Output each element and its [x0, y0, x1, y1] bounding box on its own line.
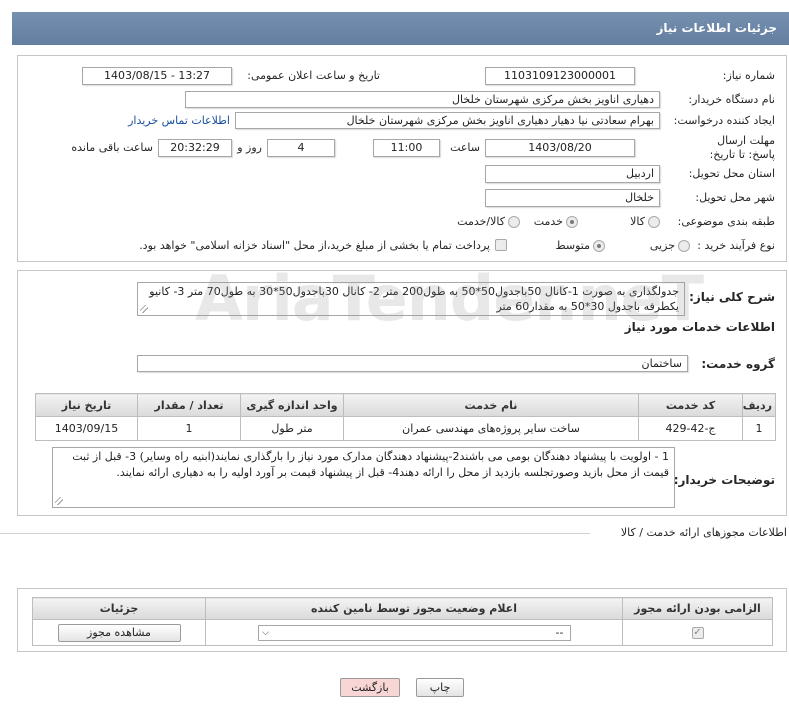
buyer-notes-text: 1 - اولویت با پیشنهاد دهندگان بومی می با… — [72, 450, 669, 479]
licenses-section-title: اطلاعات مجوزهای ارائه خدمت / کالا — [620, 526, 787, 539]
table-header-row: ردیف کد خدمت نام خدمت واحد اندازه گیری ت… — [35, 393, 776, 417]
buyer-notes-textarea[interactable]: 1 - اولویت با پیشنهاد دهندگان بومی می با… — [52, 447, 675, 508]
process-medium-label: متوسط — [555, 239, 590, 252]
process-minor-label: جزیی — [649, 239, 675, 252]
province-label: استان محل تحویل: — [688, 167, 775, 180]
buyer-contact-link[interactable]: اطلاعات تماس خریدار — [128, 114, 230, 128]
announce-datetime-field: 1403/08/15 - 13:27 — [82, 67, 232, 85]
section-divider — [0, 533, 590, 534]
description-text: جدولگذاری به صورت 1-کانال 50باجدول50*50 … — [149, 285, 679, 313]
remaining-days-label: روز و — [237, 141, 262, 154]
resize-grip-icon[interactable] — [140, 305, 148, 313]
deadline-time-field: 11:00 — [373, 139, 440, 157]
col-service-name: نام خدمت — [343, 393, 639, 417]
deadline-label: مهلت ارسال پاسخ: تا تاریخ: — [709, 134, 775, 161]
back-button[interactable]: بازگشت — [340, 678, 400, 697]
col-quantity: تعداد / مقدار — [137, 393, 241, 417]
resize-grip-icon[interactable] — [55, 497, 63, 505]
service-group-label: گروه خدمت: — [701, 357, 775, 371]
cell-service-code: ج-42-429 — [638, 416, 743, 441]
province-field: اردبیل — [485, 165, 660, 183]
cell-unit: متر طول — [240, 416, 344, 441]
services-table: ردیف کد خدمت نام خدمت واحد اندازه گیری ت… — [35, 393, 776, 441]
license-status-select[interactable]: -- ⌵ — [257, 624, 571, 641]
category-label: طبقه بندی موضوعی: — [677, 215, 775, 228]
cell-license-status: -- ⌵ — [205, 619, 623, 646]
process-type-label: نوع فرآیند خرید : — [697, 239, 775, 252]
treasury-checkbox — [495, 239, 507, 251]
announce-datetime-label: تاریخ و ساعت اعلان عمومی: — [247, 69, 380, 82]
remaining-days-field: 4 — [267, 139, 335, 157]
col-service-code: کد خدمت — [638, 393, 743, 417]
col-row-number: ردیف — [742, 393, 776, 417]
deadline-date-field: 1403/08/20 — [485, 139, 635, 157]
table-row: -- ⌵ مشاهده مجوز — [32, 619, 773, 646]
need-number-field: 1103109123000001 — [485, 67, 635, 85]
category-goods-radio — [648, 216, 660, 228]
chevron-down-icon[interactable]: ⌵ — [260, 627, 272, 639]
table-header-row: الزامی بودن ارائه مجوز اعلام وضعیت مجوز … — [32, 597, 773, 620]
service-group-field: ساختمان — [137, 355, 688, 372]
remaining-time-field: 20:32:29 — [158, 139, 232, 157]
cell-license-details: مشاهده مجوز — [32, 619, 206, 646]
page-title: جزئیات اطلاعات نیاز — [656, 21, 777, 35]
cell-row-number: 1 — [742, 416, 776, 441]
buyer-notes-label: توضیحات خریدار: — [673, 473, 775, 487]
col-license-details: جزئیات — [32, 597, 206, 620]
category-both-label: کالا/خدمت — [457, 215, 505, 228]
details-panel — [17, 55, 787, 262]
view-license-button[interactable]: مشاهده مجوز — [57, 623, 181, 642]
license-required-checkbox — [691, 627, 704, 639]
description-textarea[interactable]: جدولگذاری به صورت 1-کانال 50باجدول50*50 … — [137, 282, 685, 316]
process-medium-radio — [593, 240, 605, 252]
treasury-note: پرداخت تمام یا بخشی از مبلغ خرید،از محل … — [139, 239, 490, 252]
license-status-value: -- — [555, 625, 564, 639]
category-both-radio — [508, 216, 520, 228]
buyer-org-field: دهیاری اناویز بخش مرکزی شهرستان خلخال — [185, 91, 660, 108]
requester-label: ایجاد کننده درخواست: — [673, 114, 775, 127]
col-license-status: اعلام وضعیت مجوز توسط نامین کننده — [205, 597, 623, 620]
city-label: شهر محل تحویل: — [695, 191, 775, 204]
process-minor-radio — [678, 240, 690, 252]
category-goods-label: کالا — [630, 215, 645, 228]
category-service-label: خدمت — [533, 215, 563, 228]
col-license-required: الزامی بودن ارائه مجوز — [622, 597, 773, 620]
description-label: شرح کلی نیاز: — [689, 290, 775, 304]
requester-field: بهرام سعادتی نیا دهیار دهیاری اناویز بخش… — [235, 112, 660, 129]
remaining-time-label: ساعت باقی مانده — [71, 141, 153, 154]
services-heading: اطلاعات خدمات مورد نیاز — [624, 320, 775, 334]
need-number-label: شماره نیاز: — [722, 69, 775, 82]
col-need-date: تاریخ نیاز — [35, 393, 138, 417]
licenses-table: الزامی بودن ارائه مجوز اعلام وضعیت مجوز … — [32, 597, 773, 646]
deadline-time-label: ساعت — [450, 141, 480, 154]
cell-service-name: ساخت سایر پروژه‌های مهندسی عمران — [343, 416, 639, 441]
buyer-org-label: نام دستگاه خریدار: — [688, 93, 775, 106]
page-header: جزئیات اطلاعات نیاز — [12, 12, 789, 45]
category-service-radio — [566, 216, 578, 228]
cell-license-required — [622, 619, 773, 646]
table-row: 1 ج-42-429 ساخت سایر پروژه‌های مهندسی عم… — [35, 416, 776, 441]
col-unit: واحد اندازه گیری — [240, 393, 344, 417]
cell-need-date: 1403/09/15 — [35, 416, 138, 441]
cell-quantity: 1 — [137, 416, 241, 441]
city-field: خلخال — [485, 189, 660, 207]
print-button[interactable]: چاپ — [416, 678, 464, 697]
